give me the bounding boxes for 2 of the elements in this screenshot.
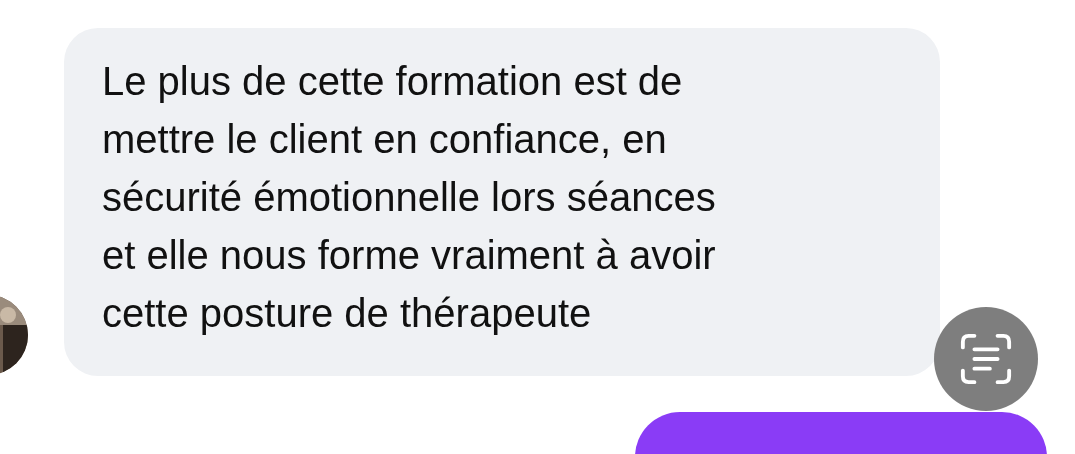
- message-text: Le plus de cette formation est de mettre le client en confiance, en sécurité émotionnelle lors séances et elle nous forme vraiment à avoir cette posture de thérapeute: [102, 58, 717, 337]
- text-scan-icon: [959, 332, 1013, 386]
